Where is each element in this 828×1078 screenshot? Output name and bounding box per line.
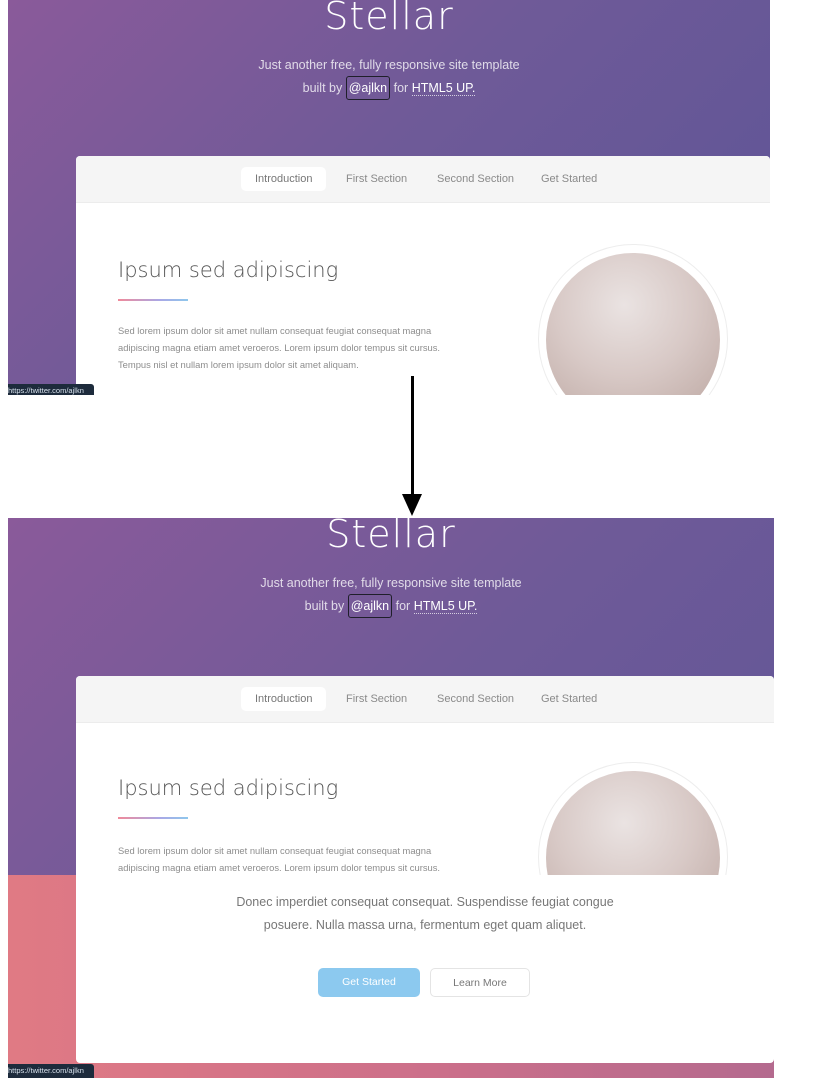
author-link[interactable]: @ajlkn bbox=[345, 76, 391, 100]
scroll-arrow-shaft bbox=[411, 376, 414, 496]
get-started-card: Donec imperdiet consequat consequat. Sus… bbox=[76, 875, 774, 1063]
heading-underline bbox=[118, 817, 188, 819]
nav-first-section[interactable]: First Section bbox=[332, 167, 421, 191]
intro-text-line: Sed lorem ipsum dolor sit amet nullam co… bbox=[118, 325, 432, 336]
get-started-text: Donec imperdiet consequat consequat. Sus… bbox=[76, 891, 774, 937]
intro-text: Sed lorem ipsum dolor sit amet nullam co… bbox=[118, 842, 440, 876]
nav-get-started[interactable]: Get Started bbox=[527, 687, 611, 711]
section-nav: Introduction First Section Second Sectio… bbox=[76, 156, 770, 203]
site-title: Stellar bbox=[326, 518, 456, 556]
tagline-line-2: built by @ajlkn for HTML5 UP. bbox=[8, 594, 774, 618]
intro-heading: Ipsum sed adipiscing bbox=[118, 258, 339, 282]
get-started-text-line: Donec imperdiet consequat consequat. Sus… bbox=[236, 895, 614, 909]
arrow-down-icon bbox=[402, 494, 422, 516]
status-bar-url: https://twitter.com/ajlkn bbox=[8, 1064, 94, 1078]
main-card: Introduction First Section Second Sectio… bbox=[76, 676, 774, 906]
heading-underline bbox=[118, 299, 188, 301]
tagline-built-by: built by bbox=[302, 81, 343, 95]
nav-introduction[interactable]: Introduction bbox=[241, 687, 327, 711]
nav-introduction[interactable]: Introduction bbox=[241, 167, 327, 191]
nav-second-section[interactable]: Second Section bbox=[423, 167, 528, 191]
intro-text-line: adipiscing magna etiam amet veroeros. Lo… bbox=[118, 862, 441, 873]
tagline-line-1: Just another free, fully responsive site… bbox=[258, 58, 520, 72]
intro-text-line: adipiscing magna etiam amet veroeros. Lo… bbox=[118, 342, 441, 353]
screenshot-after: Stellar Just another free, fully respons… bbox=[8, 518, 774, 1078]
nav-second-section[interactable]: Second Section bbox=[423, 687, 528, 711]
intro-heading: Ipsum sed adipiscing bbox=[118, 776, 339, 800]
intro-text-line: Tempus nisl et nullam lorem ipsum dolor … bbox=[118, 359, 359, 370]
status-bar-url: https://twitter.com/ajlkn bbox=[8, 384, 94, 395]
site-tagline: Just another free, fully responsive site… bbox=[8, 572, 774, 618]
intro-text: Sed lorem ipsum dolor sit amet nullam co… bbox=[118, 322, 440, 373]
main-card: Introduction First Section Second Sectio… bbox=[76, 156, 770, 395]
intro-text-line: Sed lorem ipsum dolor sit amet nullam co… bbox=[118, 845, 432, 856]
nav-first-section[interactable]: First Section bbox=[332, 687, 421, 711]
tagline-built-by: built by bbox=[304, 599, 345, 613]
site-title: Stellar bbox=[324, 0, 454, 38]
site-tagline: Just another free, fully responsive site… bbox=[8, 54, 770, 100]
learn-more-button[interactable]: Learn More bbox=[430, 968, 530, 997]
author-link[interactable]: @ajlkn bbox=[347, 594, 393, 618]
get-started-text-line: posuere. Nulla massa urna, fermentum ege… bbox=[263, 918, 587, 932]
tagline-line-2: built by @ajlkn for HTML5 UP. bbox=[8, 76, 770, 100]
get-started-button[interactable]: Get Started bbox=[318, 968, 420, 997]
nav-get-started[interactable]: Get Started bbox=[527, 167, 611, 191]
tagline-for: for bbox=[393, 81, 409, 95]
html5up-link[interactable]: HTML5 UP. bbox=[413, 599, 478, 614]
screenshot-before: Stellar Just another free, fully respons… bbox=[8, 0, 770, 395]
html5up-link[interactable]: HTML5 UP. bbox=[411, 81, 476, 96]
section-nav: Introduction First Section Second Sectio… bbox=[76, 676, 774, 723]
tagline-for: for bbox=[395, 599, 411, 613]
tagline-line-1: Just another free, fully responsive site… bbox=[260, 576, 522, 590]
